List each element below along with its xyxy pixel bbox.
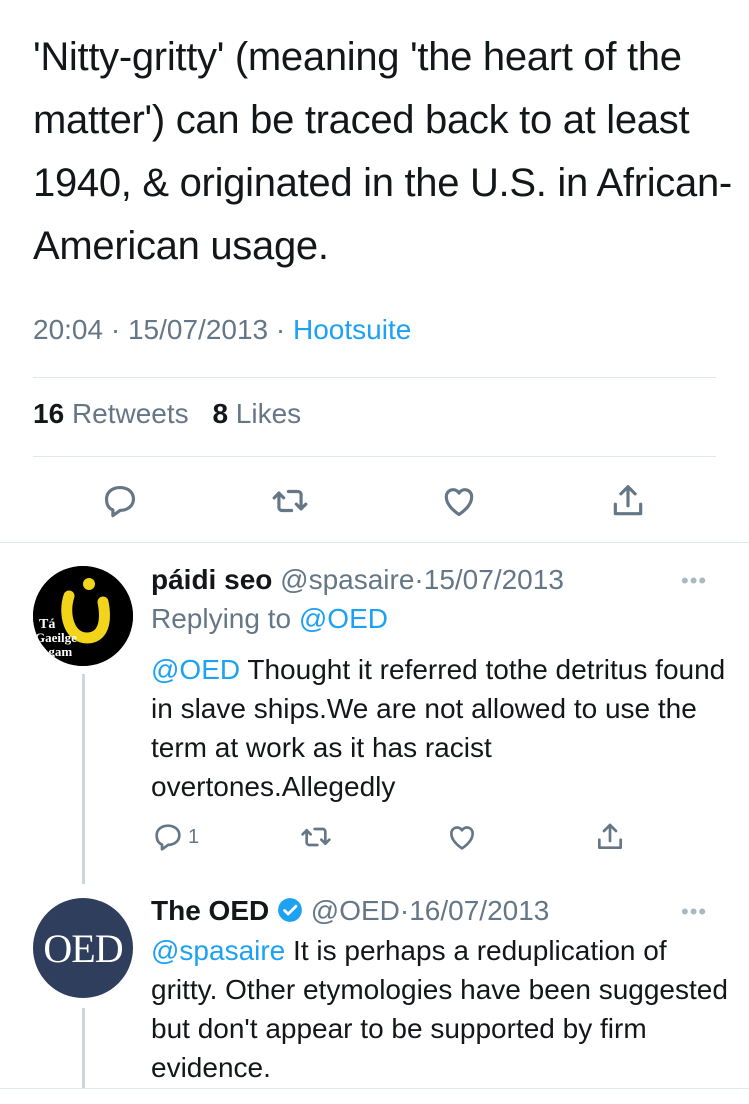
tweet-time: 20:04 bbox=[33, 314, 104, 345]
tweet-stats: 16 Retweets 8 Likes bbox=[33, 398, 301, 430]
reply-author-name[interactable]: páidi seo bbox=[151, 564, 272, 595]
tweet-text: 'Nitty-gritty' (meaning 'the heart of th… bbox=[33, 35, 732, 268]
more-icon[interactable]: ••• bbox=[681, 568, 707, 594]
avatar-text: OED bbox=[43, 925, 123, 971]
replying-to-link[interactable]: @OED bbox=[299, 603, 388, 634]
avatar-image: Tá Gaeilge Agam bbox=[33, 566, 133, 666]
like-icon bbox=[444, 488, 474, 517]
section-divider bbox=[0, 1088, 749, 1089]
reply-author-handle[interactable]: @OED bbox=[311, 895, 400, 926]
reply-count: 1 bbox=[188, 825, 200, 848]
thread-line bbox=[82, 674, 85, 884]
reply-header: páidi seo @spasaire·15/07/2013 bbox=[151, 564, 564, 595]
retweet-button[interactable] bbox=[300, 817, 332, 857]
avatar-text: Agam bbox=[39, 644, 72, 659]
retweets-stat[interactable]: 16 Retweets bbox=[33, 398, 189, 429]
reply-date: 15/07/2013 bbox=[423, 564, 564, 595]
share-button[interactable] bbox=[606, 479, 650, 523]
reply-author-handle[interactable]: @spasaire bbox=[280, 564, 414, 595]
avatar-text: Gaeilge bbox=[35, 630, 77, 645]
reply-text: @spasaire It is perhaps a reduplication … bbox=[151, 935, 728, 1083]
verified-badge-icon bbox=[278, 898, 302, 922]
mention-link[interactable]: @OED bbox=[151, 654, 240, 685]
reply-author-name[interactable]: The OED bbox=[151, 895, 269, 926]
avatar-the-oed[interactable]: OED bbox=[33, 898, 133, 998]
replying-to: Replying to @OED bbox=[151, 603, 388, 634]
share-icon bbox=[613, 485, 643, 516]
reply-text: @OED Thought it referred tothe detritus … bbox=[151, 654, 726, 802]
share-button[interactable] bbox=[594, 817, 626, 857]
tweet-meta: 20:04 · 15/07/2013 · Hootsuite bbox=[33, 314, 412, 345]
avatar-paidi-seo[interactable]: Tá Gaeilge Agam bbox=[33, 566, 133, 666]
divider bbox=[33, 456, 716, 457]
section-divider bbox=[0, 542, 749, 543]
like-button[interactable] bbox=[446, 817, 478, 857]
tweet-date: 15/07/2013 bbox=[127, 314, 269, 345]
tweet-source-link[interactable]: Hootsuite bbox=[293, 314, 411, 345]
reply-date: 16/07/2013 bbox=[409, 895, 550, 926]
reply-header: The OED @OED·16/07/2013 bbox=[151, 895, 550, 926]
divider bbox=[33, 377, 716, 378]
reply-icon bbox=[104, 485, 136, 518]
likes-stat[interactable]: 8 Likes bbox=[212, 398, 301, 429]
thread-line bbox=[82, 1008, 85, 1088]
retweet-icon bbox=[272, 489, 308, 513]
reply-icon bbox=[155, 824, 181, 851]
retweet-button[interactable] bbox=[268, 479, 312, 523]
reply-button[interactable]: 1 bbox=[152, 817, 199, 857]
more-icon[interactable]: ••• bbox=[681, 899, 707, 925]
retweet-icon bbox=[301, 827, 331, 847]
like-icon bbox=[450, 826, 474, 850]
like-button[interactable] bbox=[437, 479, 481, 523]
reply-button[interactable] bbox=[98, 479, 142, 523]
mention-link[interactable]: @spasaire bbox=[151, 935, 285, 966]
share-icon bbox=[598, 823, 622, 849]
